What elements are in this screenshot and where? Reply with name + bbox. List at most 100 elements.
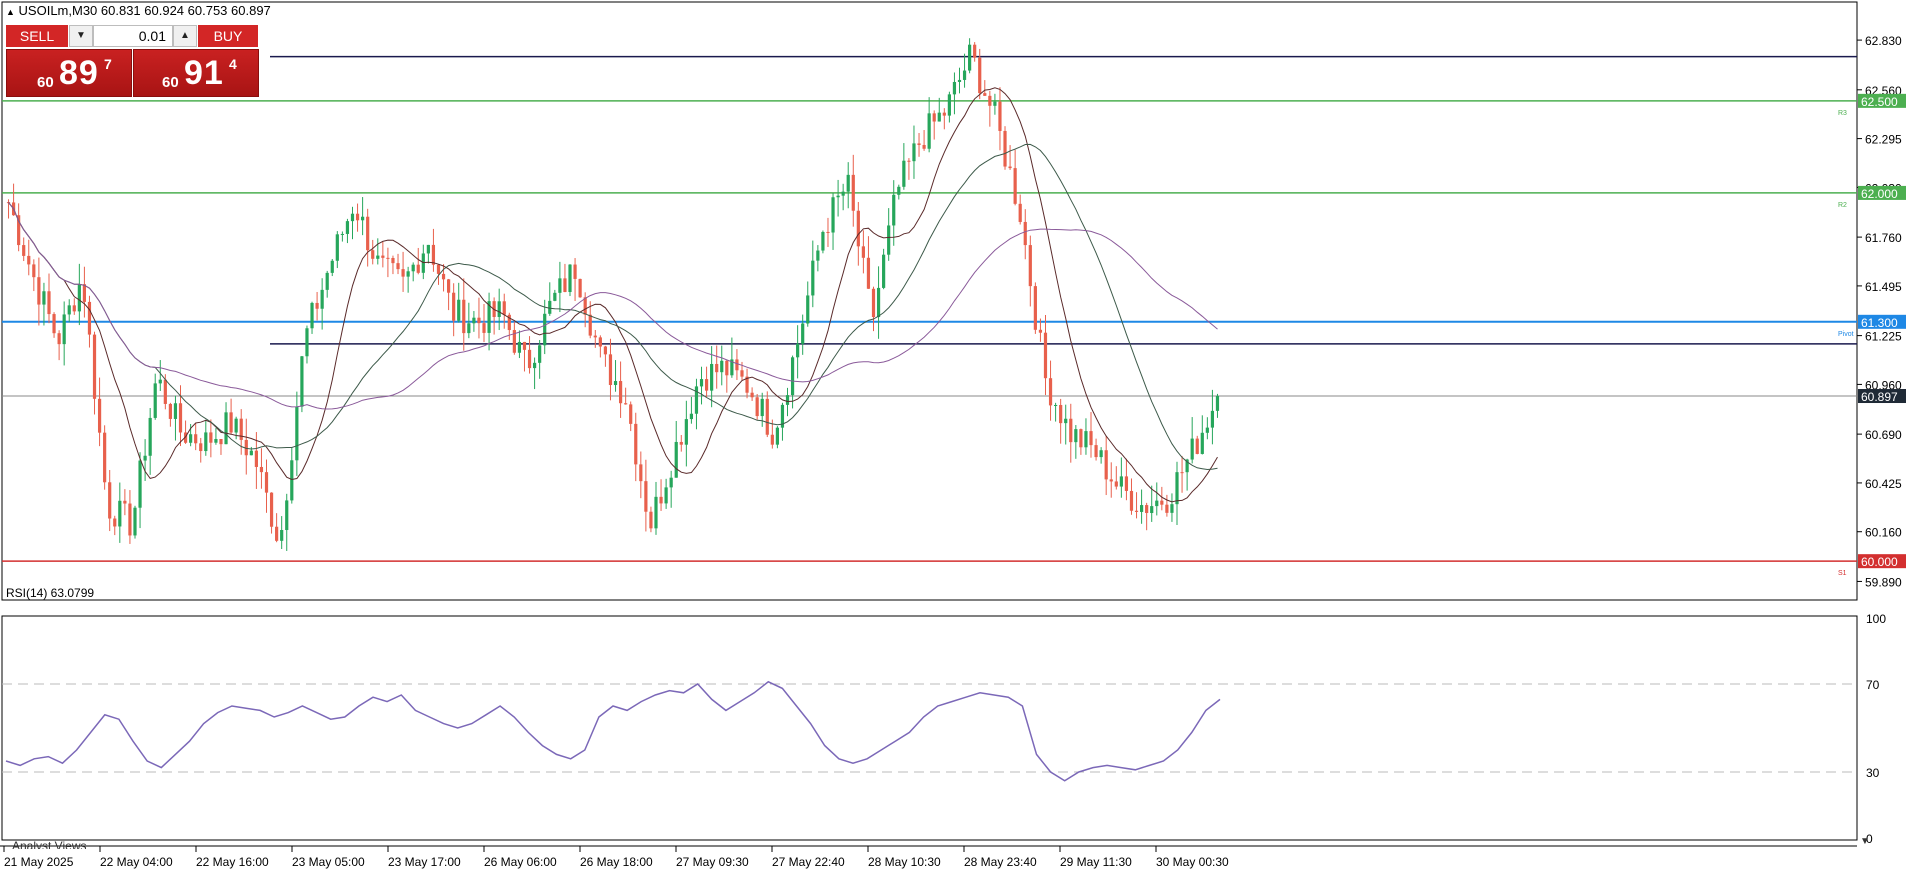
candle-body xyxy=(431,244,436,265)
candle-body xyxy=(62,314,66,345)
candle-body xyxy=(664,487,668,504)
sell-price-main: 89 xyxy=(59,54,99,92)
candle-body xyxy=(92,334,97,399)
lot-decrease-button[interactable]: ▼ xyxy=(69,25,93,47)
bottom-tab-label[interactable]: Analyst Views xyxy=(12,841,86,849)
candle-body xyxy=(249,450,253,456)
level-price-label: 62.000 xyxy=(1861,187,1898,201)
candle-body xyxy=(750,392,754,398)
candle-body xyxy=(735,359,739,371)
candle-body xyxy=(340,233,344,235)
candle-body xyxy=(1119,476,1123,487)
candle-body xyxy=(770,434,774,445)
candle-body xyxy=(947,94,951,116)
buy-button[interactable]: BUY xyxy=(198,25,258,47)
price-tick-label: 62.830 xyxy=(1865,34,1902,48)
candle-body xyxy=(416,264,420,273)
candle-body xyxy=(917,143,921,145)
candle-body xyxy=(320,289,324,309)
candle-body xyxy=(755,397,759,417)
candle-body xyxy=(598,337,602,347)
candle-body xyxy=(871,288,876,318)
candle-body xyxy=(275,526,279,541)
time-tick-label: 28 May 10:30 xyxy=(868,855,941,869)
candle-body xyxy=(593,335,597,338)
candle-body xyxy=(361,216,365,221)
candle-body xyxy=(1099,450,1103,458)
candle-body xyxy=(563,278,567,293)
level-tag: R3 xyxy=(1838,110,1847,117)
candle-body xyxy=(1190,438,1194,460)
candle-body xyxy=(482,323,486,333)
lot-increase-button[interactable]: ▲ xyxy=(173,25,197,47)
candle-body xyxy=(224,412,228,445)
candle-body xyxy=(998,101,1002,131)
price-tick-label: 61.225 xyxy=(1865,330,1902,344)
candle-body xyxy=(103,432,107,483)
candle-body xyxy=(973,44,977,58)
candle-body xyxy=(452,292,456,321)
collapse-triangle-icon[interactable]: ▲ xyxy=(6,7,15,17)
time-tick-label: 26 May 06:00 xyxy=(484,855,557,869)
candle-body xyxy=(77,284,81,312)
candle-body xyxy=(1210,410,1215,428)
candle-body xyxy=(269,492,274,527)
candle-body xyxy=(178,403,183,433)
candle-body xyxy=(811,260,815,296)
candle-body xyxy=(902,160,906,187)
candle-body xyxy=(522,341,527,350)
scroll-down-button[interactable]: ▼ xyxy=(1860,836,1870,847)
buy-price-main: 91 xyxy=(184,54,224,92)
candle-body xyxy=(608,354,613,386)
candle-body xyxy=(897,186,901,195)
sell-button[interactable]: SELL xyxy=(6,25,68,47)
rsi-tick-label: 30 xyxy=(1866,766,1880,780)
candle-body xyxy=(467,323,471,334)
buy-price-pip: 4 xyxy=(229,56,237,72)
candle-body xyxy=(957,79,962,82)
candle-body xyxy=(654,496,658,529)
rsi-line xyxy=(5,680,1221,782)
time-tick-label: 27 May 22:40 xyxy=(772,855,845,869)
candle-body xyxy=(350,213,355,222)
candle-body xyxy=(143,455,147,461)
candle-body xyxy=(1023,221,1027,246)
candle-body xyxy=(436,264,441,274)
candle-body xyxy=(826,231,830,233)
candle-body xyxy=(386,257,390,259)
candle-body xyxy=(477,317,481,324)
time-tick-label: 22 May 16:00 xyxy=(196,855,269,869)
sell-price-button[interactable]: 60 89 7 xyxy=(6,49,132,97)
candle-body xyxy=(128,503,132,536)
candle-body xyxy=(1028,245,1032,287)
candle-body xyxy=(173,403,178,419)
candle-body xyxy=(1069,418,1073,443)
candle-body xyxy=(189,434,193,443)
chart-canvas[interactable]: 62.83062.56062.29562.03061.76061.49561.2… xyxy=(0,0,1916,874)
sell-price-prefix: 60 xyxy=(37,74,54,91)
candle-body xyxy=(588,314,592,336)
candle-body xyxy=(290,460,294,501)
candle-body xyxy=(710,363,714,391)
candle-body xyxy=(355,213,360,221)
price-tick-label: 60.690 xyxy=(1865,428,1902,442)
candle-body xyxy=(285,500,289,531)
buy-price-button[interactable]: 60 91 4 xyxy=(133,49,259,97)
candle-body xyxy=(138,460,142,508)
lot-size-input[interactable] xyxy=(93,25,173,47)
candle-body xyxy=(922,144,926,149)
candle-body xyxy=(583,297,587,315)
candle-body xyxy=(775,427,779,445)
candle-body xyxy=(725,360,729,376)
candle-body xyxy=(1180,472,1184,474)
candle-body xyxy=(502,301,506,315)
candle-body xyxy=(740,370,744,377)
price-tick-label: 62.295 xyxy=(1865,133,1902,147)
candle-body xyxy=(882,254,886,288)
candle-body xyxy=(876,287,881,318)
candle-body xyxy=(421,253,425,273)
candle-body xyxy=(1089,431,1093,446)
candle-body xyxy=(988,95,992,106)
level-tag: Pivot xyxy=(1838,331,1854,338)
candle-body xyxy=(1008,166,1012,169)
